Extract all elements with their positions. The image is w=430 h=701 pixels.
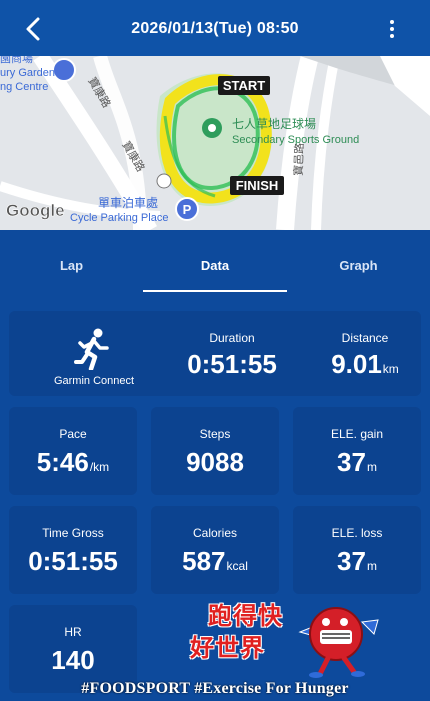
ele-loss-unit: m xyxy=(366,559,377,573)
shopping-pin-icon xyxy=(52,58,76,82)
ele-gain-card: ELE. gain 37m xyxy=(293,407,421,495)
watermark-logo-line2: 好世界 xyxy=(190,634,265,662)
ele-loss-label: ELE. loss xyxy=(331,526,383,540)
calories-value: 587 xyxy=(182,546,226,576)
tab-bar: Lap Data Graph xyxy=(0,230,430,294)
pace-card: Pace 5:46/km xyxy=(9,407,137,495)
watermark-logo-line1: 跑得快 xyxy=(208,602,283,630)
duration-block: Duration 0:51:55 xyxy=(157,311,307,396)
ele-loss-value-wrap: 37m xyxy=(293,546,421,577)
ele-loss-value: 37 xyxy=(337,546,366,576)
calories-value-wrap: 587kcal xyxy=(151,546,279,577)
ele-gain-label: ELE. gain xyxy=(330,427,384,441)
distance-block: Distance 9.01km xyxy=(309,311,421,396)
tab-lap[interactable]: Lap xyxy=(0,258,143,273)
steps-value: 9088 xyxy=(186,447,244,477)
pace-label: Pace xyxy=(59,427,87,441)
ele-gain-value: 37 xyxy=(337,447,366,477)
pace-value: 5:46 xyxy=(36,447,89,477)
route-map[interactable]: START FINISH 七人草地足球場 Secondary Sports Gr… xyxy=(0,56,430,230)
ele-gain-unit: m xyxy=(366,460,377,474)
hr-value: 140 xyxy=(51,645,95,675)
cycle-parking-en: Cycle Parking Place xyxy=(70,212,168,224)
hashtag-watermark: #FOODSPORT #Exercise For Hunger xyxy=(81,680,349,697)
time-gross-card: Time Gross 0:51:55 xyxy=(9,506,137,594)
duration-label: Duration xyxy=(209,331,255,345)
garden-label-en-2: ng Centre xyxy=(0,81,48,93)
street-label-3: 寶邑路 xyxy=(291,143,306,176)
time-gross-value: 0:51:55 xyxy=(28,546,118,576)
ele-gain-value-wrap: 37m xyxy=(293,447,421,478)
duration-value: 0:51:55 xyxy=(187,349,277,379)
cycle-parking-zh: 單車泊車處 xyxy=(98,196,158,210)
more-vertical-icon xyxy=(390,20,394,24)
mascot-icon xyxy=(298,607,379,678)
page-title: 2026/01/13(Tue) 08:50 xyxy=(131,20,299,37)
calories-card: Calories 587kcal xyxy=(151,506,279,594)
runner-icon xyxy=(74,328,109,370)
steps-card: Steps 9088 xyxy=(151,407,279,495)
distance-value-wrap: 9.01km xyxy=(309,349,421,380)
steps-label: Steps xyxy=(199,427,231,441)
source-block[interactable]: Garmin Connect xyxy=(9,311,139,396)
hr-label: HR xyxy=(64,625,82,639)
start-label: START xyxy=(223,78,265,93)
time-gross-label: Time Gross xyxy=(42,526,104,540)
pace-unit: /km xyxy=(89,460,110,474)
svg-text:P: P xyxy=(183,202,192,217)
source-label: Garmin Connect xyxy=(53,375,135,387)
more-options-button[interactable] xyxy=(388,20,396,40)
distance-unit: km xyxy=(382,362,399,376)
tab-data[interactable]: Data xyxy=(143,258,287,273)
summary-card: Garmin Connect Duration 0:51:55 Distance… xyxy=(9,311,421,396)
calories-label: Calories xyxy=(192,526,237,540)
top-bar: 2026/01/13(Tue) 08:50 xyxy=(0,0,430,56)
distance-label: Distance xyxy=(341,331,389,345)
map-canvas: START FINISH 七人草地足球場 Secondary Sports Gr… xyxy=(0,56,430,230)
ele-loss-card: ELE. loss 37m xyxy=(293,506,421,594)
calories-unit: kcal xyxy=(226,559,248,573)
garden-label-zh: 園商場 xyxy=(0,56,33,65)
tab-graph[interactable]: Graph xyxy=(287,258,430,273)
finish-label: FINISH xyxy=(236,178,279,193)
active-tab-indicator xyxy=(143,290,287,292)
google-logo: Google xyxy=(6,201,65,220)
pace-value-wrap: 5:46/km xyxy=(9,447,137,478)
venue-name-zh: 七人草地足球場 xyxy=(232,117,316,131)
distance-value: 9.01 xyxy=(331,349,382,379)
bus-stop-icon xyxy=(156,173,172,189)
garden-label-en-1: ury Garden xyxy=(0,67,55,79)
